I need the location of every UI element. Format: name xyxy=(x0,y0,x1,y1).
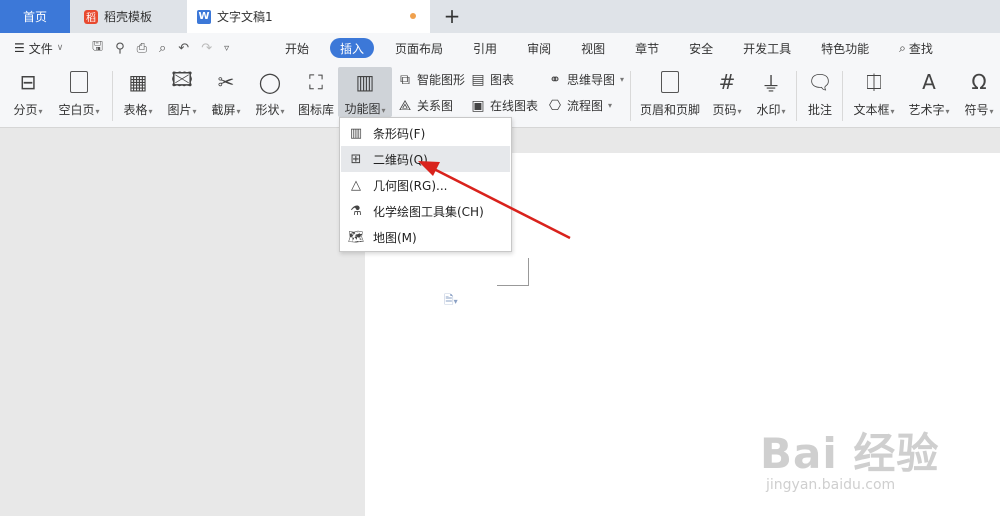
watermark-main-text: Bai 经验 xyxy=(760,429,940,478)
annotation-arrow-line xyxy=(431,166,571,240)
annotation-arrow-head xyxy=(418,161,440,176)
baidu-jingyan-watermark: Bai 经验 jingyan.baidu.com xyxy=(760,420,939,493)
